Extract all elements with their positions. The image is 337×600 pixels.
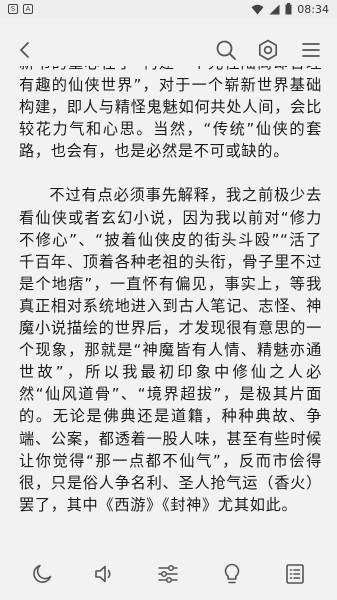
status-bar: S A 08:34 [0, 0, 337, 18]
search-button[interactable] [214, 38, 238, 62]
notification-a-icon: A [23, 4, 33, 14]
reader-bottom-bar [0, 548, 337, 600]
back-button[interactable] [13, 38, 37, 62]
back-arrow-icon [18, 41, 32, 59]
status-indicators: 08:34 [251, 3, 329, 16]
paragraph: 不过有点必须事先解释，我之前极少去看仙侠或者玄幻小说，因为我以前对“修力不修心”… [19, 186, 322, 514]
night-mode-moon-icon [31, 563, 53, 585]
search-icon [215, 39, 237, 61]
reader-content[interactable]: 新书的重心在于“构建一个光怪陆离却合理有趣的仙侠世界”，对于一个崭新世界基础构建… [0, 66, 337, 548]
settings-button[interactable] [256, 38, 280, 62]
table-of-contents-button[interactable] [280, 559, 310, 589]
paragraph: 新书的重心在于“构建一个光怪陆离却合理有趣的仙侠世界”，对于一个崭新世界基础构建… [19, 66, 322, 161]
read-aloud-button[interactable] [90, 559, 120, 589]
wifi-icon [251, 4, 264, 15]
read-aloud-speaker-icon [93, 563, 117, 585]
idea-bulb-icon [222, 563, 242, 585]
idea-button[interactable] [217, 559, 247, 589]
menu-button[interactable] [299, 38, 323, 62]
table-of-contents-icon [285, 563, 305, 585]
signal-icon [269, 4, 280, 15]
status-notifications: S A [8, 4, 33, 14]
adjust-sliders-icon [157, 563, 179, 585]
settings-hexagon-icon [257, 39, 279, 61]
night-mode-button[interactable] [27, 559, 57, 589]
status-time: 08:34 [297, 2, 329, 16]
notification-s-icon: S [8, 4, 18, 14]
adjust-button[interactable] [153, 559, 183, 589]
battery-icon [285, 3, 292, 15]
menu-icon [301, 41, 321, 59]
